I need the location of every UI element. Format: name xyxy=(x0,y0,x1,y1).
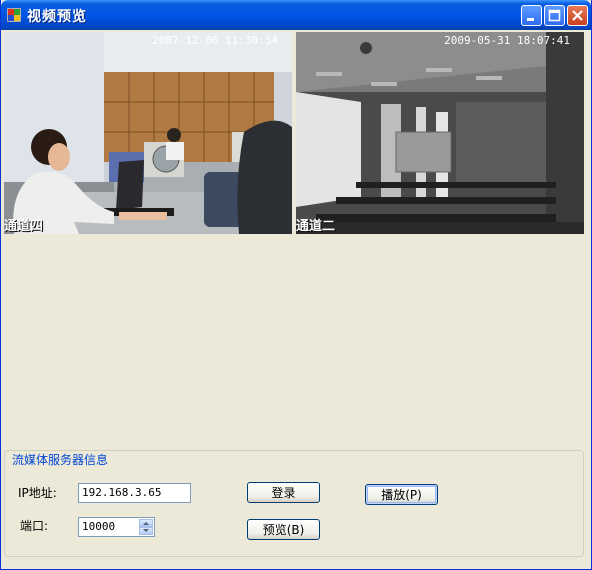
window-title: 视频预览 xyxy=(27,9,87,25)
minimize-button[interactable] xyxy=(521,5,542,26)
port-label: 端口: xyxy=(20,519,49,533)
main-window: 视频预览 2007-12-06 11:30:34 通道四 2009-05-31 … xyxy=(0,0,592,570)
ip-label: IP地址: xyxy=(18,486,57,500)
ip-address-input[interactable]: 192.168.3.65 xyxy=(78,483,191,503)
video-panel-channel-2[interactable]: 2009-05-31 18:07:41 通道二 xyxy=(296,32,584,234)
spin-up-icon[interactable] xyxy=(139,519,153,527)
play-button[interactable]: 播放(P) xyxy=(365,484,438,505)
title-bar[interactable]: 视频预览 xyxy=(1,0,591,30)
port-value: 10000 xyxy=(82,520,116,533)
server-info-legend: 流媒体服务器信息 xyxy=(10,451,111,468)
minimize-icon xyxy=(527,18,534,21)
video-channel-label: 通道四 xyxy=(4,219,44,234)
close-button[interactable] xyxy=(567,5,588,26)
port-stepper[interactable]: 10000 xyxy=(78,517,155,537)
video-panel-channel-4[interactable]: 2007-12-06 11:30:34 通道四 xyxy=(4,32,292,234)
video-timestamp: 2009-05-31 18:07:41 xyxy=(444,34,570,47)
close-icon xyxy=(572,10,583,21)
video-frame-office xyxy=(4,32,292,234)
maximize-icon xyxy=(548,9,561,22)
video-channel-label: 通道二 xyxy=(296,219,336,234)
maximize-button[interactable] xyxy=(544,5,565,26)
video-frame-classroom xyxy=(296,32,584,234)
login-button[interactable]: 登录 xyxy=(247,482,320,503)
port-spinner[interactable] xyxy=(139,519,153,535)
video-timestamp: 2007-12-06 11:30:34 xyxy=(152,34,278,47)
app-icon xyxy=(7,8,21,22)
spin-down-icon[interactable] xyxy=(139,527,153,535)
preview-button[interactable]: 预览(B) xyxy=(247,519,320,540)
